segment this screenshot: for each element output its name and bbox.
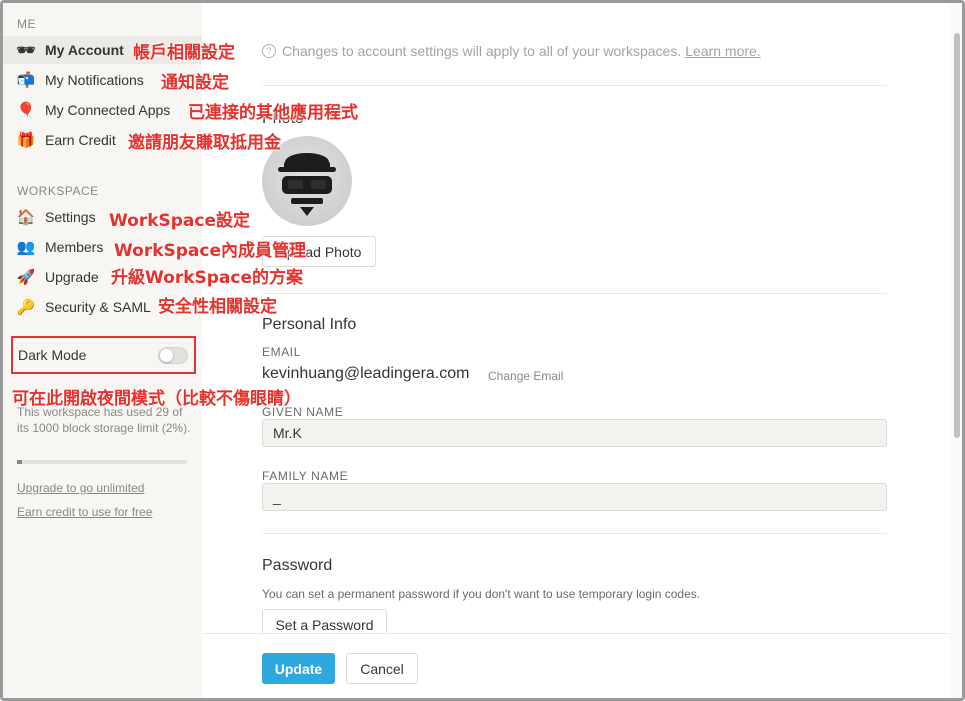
key-icon: 🔑 xyxy=(16,299,36,316)
sidebar-item-my-connected-apps[interactable]: 🎈 My Connected Apps xyxy=(3,96,202,124)
change-email-link[interactable]: Change Email xyxy=(488,369,563,383)
annotation-security: 安全性相關設定 xyxy=(158,297,277,317)
workspace-section-label: WORKSPACE xyxy=(17,184,99,198)
sidebar-item-label: Settings xyxy=(45,209,96,225)
family-name-input[interactable]: _ xyxy=(262,483,887,511)
email-label: EMAIL xyxy=(262,345,302,359)
mailbox-icon: 📬 xyxy=(16,72,36,89)
notice-text: Changes to account settings will apply t… xyxy=(282,43,682,59)
annotation-notifications: 通知設定 xyxy=(161,73,229,93)
balloon-icon: 🎈 xyxy=(16,102,36,119)
learn-more-link[interactable]: Learn more. xyxy=(685,43,760,59)
password-section-title: Password xyxy=(262,557,333,574)
me-section-label: ME xyxy=(17,17,36,31)
dark-mode-row: Dark Mode xyxy=(11,336,196,374)
update-button[interactable]: Update xyxy=(262,653,335,684)
earn-credit-link[interactable]: Earn credit to use for free xyxy=(17,505,152,519)
rocket-icon: 🚀 xyxy=(16,269,36,286)
members-icon: 👥 xyxy=(16,239,36,256)
divider xyxy=(262,85,887,86)
family-name-label: FAMILY NAME xyxy=(262,469,349,483)
glasses-face-icon: 🕶 xyxy=(16,42,36,59)
house-icon: 🏠 xyxy=(16,209,36,226)
gift-icon: 🎁 xyxy=(16,132,36,149)
annotation-dark-mode: 可在此開啟夜間模式（比較不傷眼睛） xyxy=(12,389,301,409)
storage-progress-bar xyxy=(17,460,187,464)
annotation-my-account: 帳戶相關設定 xyxy=(133,43,235,63)
annotation-upgrade: 升級WorkSpace的方案 xyxy=(111,268,304,288)
annotation-members: WorkSpace內成員管理 xyxy=(114,241,307,261)
cancel-button[interactable]: Cancel xyxy=(346,653,418,684)
given-name-input[interactable]: Mr.K xyxy=(262,419,887,447)
sidebar-item-label: Security & SAML xyxy=(45,299,151,315)
scrollbar-thumb[interactable] xyxy=(954,33,960,438)
sidebar-item-label: My Account xyxy=(45,42,124,58)
scrollbar[interactable] xyxy=(949,3,962,698)
upgrade-unlimited-link[interactable]: Upgrade to go unlimited xyxy=(17,481,144,495)
toggle-knob xyxy=(160,349,173,362)
divider xyxy=(262,533,887,534)
dark-mode-label: Dark Mode xyxy=(18,347,87,363)
question-icon: ? xyxy=(262,44,276,58)
sidebar-item-label: Members xyxy=(45,239,104,255)
settings-window: ME 🕶 My Account 📬 My Notifications 🎈 My … xyxy=(0,0,965,701)
sidebar-item-label: Upgrade xyxy=(45,269,99,285)
annotation-settings: WorkSpace設定 xyxy=(109,211,251,231)
divider xyxy=(262,293,887,294)
personal-info-title: Personal Info xyxy=(262,316,357,333)
password-description: You can set a permanent password if you … xyxy=(262,587,701,601)
sidebar-item-label: My Connected Apps xyxy=(45,102,171,118)
storage-progress-fill xyxy=(17,460,22,464)
annotation-connected-apps: 已連接的其他應用程式 xyxy=(188,103,358,123)
set-password-button[interactable]: Set a Password xyxy=(262,609,387,633)
email-value: kevinhuang@leadingera.com xyxy=(262,365,470,382)
settings-notice: ? Changes to account settings will apply… xyxy=(262,43,761,59)
dark-mode-toggle[interactable] xyxy=(158,347,188,364)
annotation-earn-credit: 邀請朋友賺取抵用金 xyxy=(128,133,281,153)
sidebar: ME 🕶 My Account 📬 My Notifications 🎈 My … xyxy=(3,3,202,698)
footer-actions: Update Cancel xyxy=(202,633,948,698)
sidebar-item-label: My Notifications xyxy=(45,72,144,88)
sidebar-item-label: Earn Credit xyxy=(45,132,116,148)
